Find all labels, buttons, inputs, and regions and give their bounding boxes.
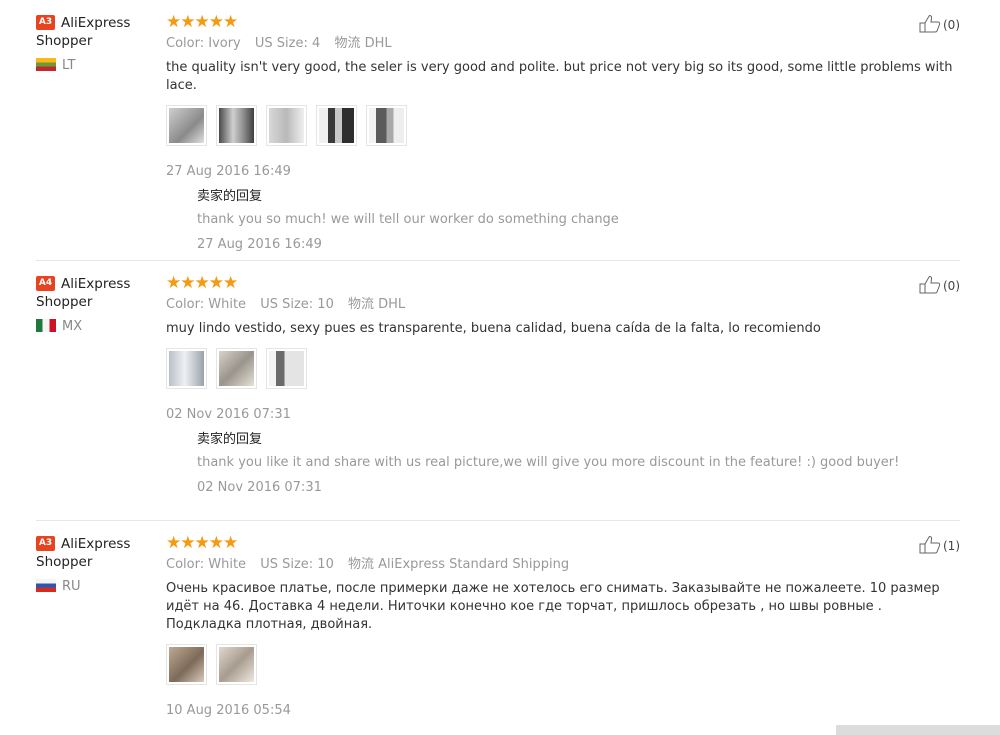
helpful-count: (1) — [943, 539, 960, 553]
reviewer-country: MX — [36, 319, 156, 334]
seller-reply-text: thank you like it and share with us real… — [197, 455, 900, 470]
review-content: ★★★★★ Color: White US Size: 10 物流 AliExp… — [166, 533, 956, 719]
review-content: ★★★★★ Color: Ivory US Size: 4 物流 DHL the… — [166, 12, 956, 253]
review-item: A4 AliExpress Shopper MX ★★★★★ Color: Whi… — [0, 261, 960, 520]
star-rating: ★★★★★ — [166, 12, 238, 32]
flag-russia-icon — [36, 579, 56, 592]
seller-reply-text: thank you so much! we will tell our work… — [197, 212, 619, 227]
reviewer-country: LT — [36, 58, 156, 73]
buyer-level-badge: A3 — [36, 536, 55, 551]
review-photo-thumbnail[interactable] — [366, 105, 408, 146]
reviewer-info: A3 AliExpress Shopper LT — [36, 14, 156, 73]
seller-reply: 卖家的回复 thank you so much! we will tell ou… — [197, 188, 956, 253]
review-photos — [166, 348, 956, 392]
seller-reply: 卖家的回复 thank you like it and share with u… — [197, 431, 956, 496]
reviewer-name: A4 AliExpress Shopper — [36, 276, 131, 310]
review-text: the quality isn't very good, the seler i… — [166, 60, 953, 93]
review-photo-thumbnail[interactable] — [216, 348, 258, 389]
review-content: ★★★★★ Color: White US Size: 10 物流 DHL mu… — [166, 273, 956, 496]
review-photo-thumbnail[interactable] — [216, 644, 258, 685]
reviewer-name: A3 AliExpress Shopper — [36, 536, 131, 570]
review-photo-thumbnail[interactable] — [166, 644, 207, 685]
review-photos — [166, 105, 956, 149]
thumbs-up-icon — [919, 536, 941, 554]
thumbs-up-icon — [919, 276, 941, 294]
order-attributes: Color: Ivory US Size: 4 物流 DHL — [166, 36, 392, 51]
seller-reply-date: 02 Nov 2016 07:31 — [197, 480, 322, 495]
seller-reply-title: 卖家的回复 — [197, 189, 263, 204]
review-date: 27 Aug 2016 16:49 — [166, 164, 291, 179]
flag-mexico-icon — [36, 319, 56, 332]
star-rating: ★★★★★ — [166, 273, 238, 293]
helpful-count: (0) — [943, 279, 960, 293]
review-photo-thumbnail[interactable] — [216, 105, 258, 146]
review-photo-thumbnail[interactable] — [166, 348, 207, 389]
reviewer-info: A3 AliExpress Shopper RU — [36, 535, 156, 594]
review-photos — [166, 644, 956, 688]
thumbs-up-icon — [919, 15, 941, 33]
review-photo-thumbnail[interactable] — [266, 348, 308, 389]
flag-lithuania-icon — [36, 58, 56, 71]
reviewer-name: A3 AliExpress Shopper — [36, 15, 131, 49]
order-attributes: Color: White US Size: 10 物流 AliExpress S… — [166, 557, 570, 572]
review-date: 02 Nov 2016 07:31 — [166, 407, 291, 422]
helpful-count: (0) — [943, 18, 960, 32]
review-photo-thumbnail[interactable] — [316, 105, 358, 146]
buyer-level-badge: A4 — [36, 276, 55, 291]
review-item: A3 AliExpress Shopper RU ★★★★★ Color: Whi… — [0, 521, 960, 735]
buyer-level-badge: A3 — [36, 15, 55, 30]
horizontal-scrollbar[interactable] — [836, 725, 1000, 735]
helpful-button[interactable]: (0) — [919, 14, 960, 34]
reviewer-country: RU — [36, 579, 156, 594]
reviewer-info: A4 AliExpress Shopper MX — [36, 275, 156, 334]
review-text: muy lindo vestido, sexy pues es transpar… — [166, 321, 821, 336]
helpful-button[interactable]: (1) — [919, 535, 960, 555]
review-photo-thumbnail[interactable] — [166, 105, 207, 146]
review-photo-thumbnail[interactable] — [266, 105, 308, 146]
review-date: 10 Aug 2016 05:54 — [166, 703, 291, 718]
helpful-button[interactable]: (0) — [919, 275, 960, 295]
seller-reply-title: 卖家的回复 — [197, 432, 263, 447]
order-attributes: Color: White US Size: 10 物流 DHL — [166, 297, 406, 312]
review-item: A3 AliExpress Shopper LT ★★★★★ Color: Ivo… — [0, 0, 960, 260]
seller-reply-date: 27 Aug 2016 16:49 — [197, 237, 322, 252]
star-rating: ★★★★★ — [166, 533, 238, 553]
review-text: Очень красивое платье, после примерки да… — [166, 581, 940, 632]
